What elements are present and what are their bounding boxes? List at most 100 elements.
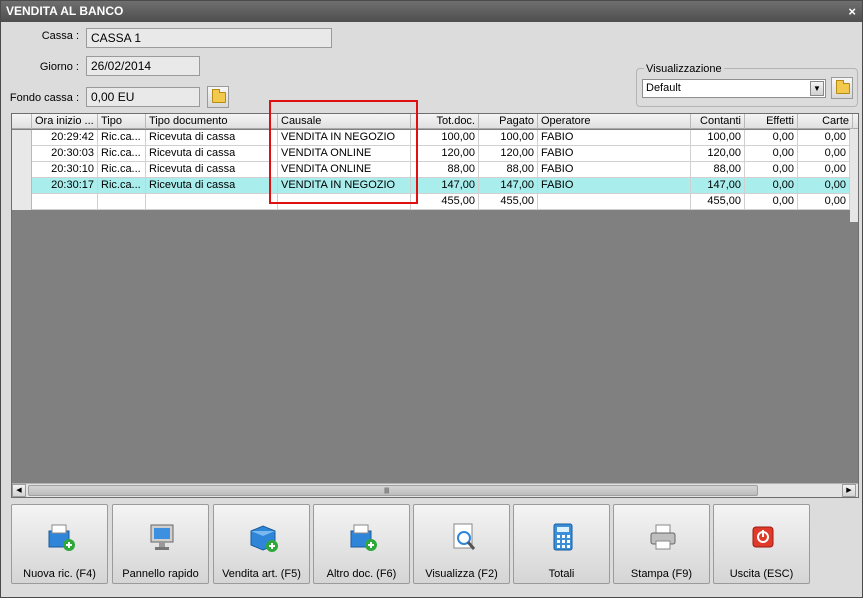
col-tot-doc[interactable]: Tot.doc. [411,114,479,129]
col-ora-inizio[interactable]: Ora inizio ... [32,114,98,129]
row-indicator[interactable] [12,162,32,178]
table-cell: 100,00 [411,130,479,146]
view-doc-icon [453,523,476,550]
altro-doc-button[interactable]: Altro doc. (F6) [313,504,410,584]
table-cell: 455,00 [479,194,538,210]
table-row[interactable]: 20:30:17 Ric.ca... Ricevuta di cassa VENDIT… [12,178,850,194]
table-cell: Ric.ca... [98,130,146,146]
col-pagato[interactable]: Pagato [479,114,538,129]
visualizza-button[interactable]: Visualizza (F2) [413,504,510,584]
giorno-label: Giorno : [39,61,79,73]
documents-grid[interactable]: Ora inizio ... Tipo Tipo documento Causa… [11,113,859,498]
table-cell: 0,00 [745,194,798,210]
table-row[interactable]: 20:30:03 Ric.ca... Ricevuta di cassa VENDIT… [12,146,850,162]
table-cell [146,194,278,210]
table-cell: Ricevuta di cassa [146,162,278,178]
table-cell: 0,00 [745,146,798,162]
table-cell: 88,00 [479,162,538,178]
col-tipo[interactable]: Tipo [98,114,146,129]
visualizza-label: Visualizza (F2) [425,568,498,580]
table-cell: Ric.ca... [98,178,146,194]
header-indicator [12,114,32,129]
table-row[interactable]: 20:29:42 Ric.ca... Ricevuta di cassa VENDIT… [12,130,850,146]
window-title: VENDITA AL BANCO [6,4,124,18]
visualizzazione-folder-button[interactable] [831,77,853,99]
col-contanti[interactable]: Contanti [691,114,745,129]
toolbar: Nuova ric. (F4) Pannello rapido Vendita … [11,504,814,584]
close-icon[interactable]: × [848,1,856,22]
vendita-art-button[interactable]: Vendita art. (F5) [213,504,310,584]
table-cell: 120,00 [479,146,538,162]
nuova-ric-label: Nuova ric. (F4) [23,568,96,580]
table-cell: 20:30:10 [32,162,98,178]
folder-icon [212,89,226,103]
printer-icon [650,524,676,550]
chevron-down-icon[interactable]: ▼ [810,81,824,96]
title-bar: VENDITA AL BANCO × [1,1,862,22]
folder-icon [836,80,850,94]
col-tipo-documento[interactable]: Tipo documento [146,114,278,129]
vertical-scrollbar[interactable] [850,129,858,222]
monitor-icon [150,524,174,550]
table-cell: 0,00 [798,178,850,194]
table-cell: 455,00 [411,194,479,210]
table-cell: 100,00 [479,130,538,146]
exit-icon [752,526,774,548]
col-carte[interactable]: Carte [798,114,853,129]
row-indicator[interactable] [12,194,32,210]
row-indicator[interactable] [12,146,32,162]
pannello-rapido-button[interactable]: Pannello rapido [112,504,209,584]
table-cell: 88,00 [691,162,745,178]
table-cell: Ric.ca... [98,162,146,178]
table-cell: Ricevuta di cassa [146,146,278,162]
table-row[interactable]: 20:30:10 Ric.ca... Ricevuta di cassa VENDIT… [12,162,850,178]
cassa-field[interactable]: CASSA 1 [86,28,332,48]
table-cell: 0,00 [798,194,850,210]
row-indicator[interactable] [12,178,32,194]
table-cell: 147,00 [411,178,479,194]
table-cell: 0,00 [745,178,798,194]
row-indicator[interactable] [12,130,32,146]
col-effetti[interactable]: Effetti [745,114,798,129]
sale-box-icon [250,525,278,552]
totali-label: Totali [548,568,575,580]
highlight-box [269,100,418,204]
fondo-cassa-field[interactable]: 0,00 EU [86,87,200,107]
table-cell: 120,00 [691,146,745,162]
other-doc-icon [350,524,377,551]
table-cell: 0,00 [745,130,798,146]
table-cell: 0,00 [798,162,850,178]
altro-doc-label: Altro doc. (F6) [326,568,397,580]
stampa-label: Stampa (F9) [630,568,693,580]
horizontal-scrollbar[interactable]: ◀ |||||||| ▶ [12,483,858,497]
table-cell: 147,00 [691,178,745,194]
table-cell [32,194,98,210]
scroll-thumb[interactable]: |||||||| [28,485,758,496]
table-cell: FABIO [538,162,691,178]
table-cell: 0,00 [798,146,850,162]
nuova-ric-button[interactable]: Nuova ric. (F4) [11,504,108,584]
table-cell: 120,00 [411,146,479,162]
stampa-button[interactable]: Stampa (F9) [613,504,710,584]
scroll-left-icon[interactable]: ◀ [12,484,26,497]
visualizzazione-select[interactable]: Default ▼ [642,79,826,98]
table-cell: 88,00 [411,162,479,178]
fondo-folder-button[interactable] [207,86,229,108]
uscita-button[interactable]: Uscita (ESC) [713,504,810,584]
new-receipt-icon [48,524,75,551]
window: VENDITA AL BANCO × Cassa : CASSA 1 Giorn… [0,0,863,598]
table-cell: 455,00 [691,194,745,210]
table-cell: 0,00 [798,130,850,146]
pannello-rapido-label: Pannello rapido [122,568,199,580]
table-cell [538,194,691,210]
visualizzazione-selected: Default [646,82,681,94]
cassa-label: Cassa : [41,30,79,42]
table-cell: FABIO [538,178,691,194]
giorno-field[interactable]: 26/02/2014 [86,56,200,76]
table-cell: 100,00 [691,130,745,146]
table-cell: 20:30:03 [32,146,98,162]
table-cell: FABIO [538,130,691,146]
scroll-right-icon[interactable]: ▶ [842,484,856,497]
col-operatore[interactable]: Operatore [538,114,691,129]
totali-button[interactable]: Totali [513,504,610,584]
